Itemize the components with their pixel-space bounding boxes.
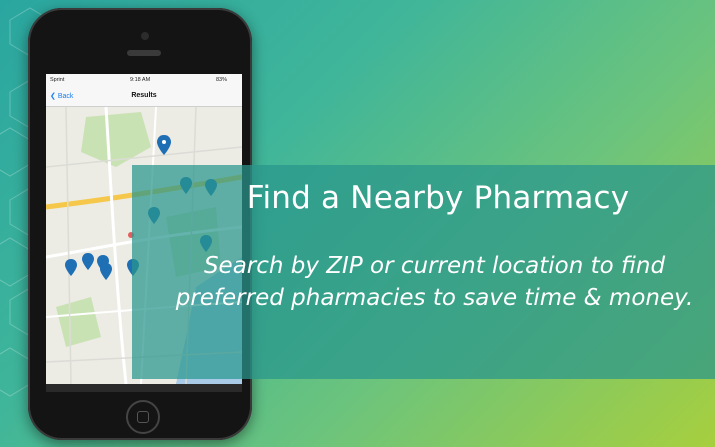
carrier-label: Sprint [50, 77, 65, 83]
slide-headline: Find a Nearby Pharmacy [246, 180, 630, 216]
home-button[interactable] [126, 400, 160, 434]
promo-slide: Sprint 9:18 AM 83% ❮ Back Results Find a… [0, 0, 715, 447]
front-camera [141, 32, 149, 40]
map-toolbar [46, 384, 242, 392]
navigation-bar: ❮ Back Results [46, 86, 242, 107]
slide-subtext: Search by ZIP or current location to fin… [175, 253, 694, 311]
earpiece-speaker [127, 50, 161, 56]
status-time: 9:18 AM [130, 77, 151, 83]
battery-level: 83% [216, 77, 228, 83]
screen-title: Results [131, 92, 157, 99]
status-bar: Sprint 9:18 AM 83% [46, 74, 242, 86]
